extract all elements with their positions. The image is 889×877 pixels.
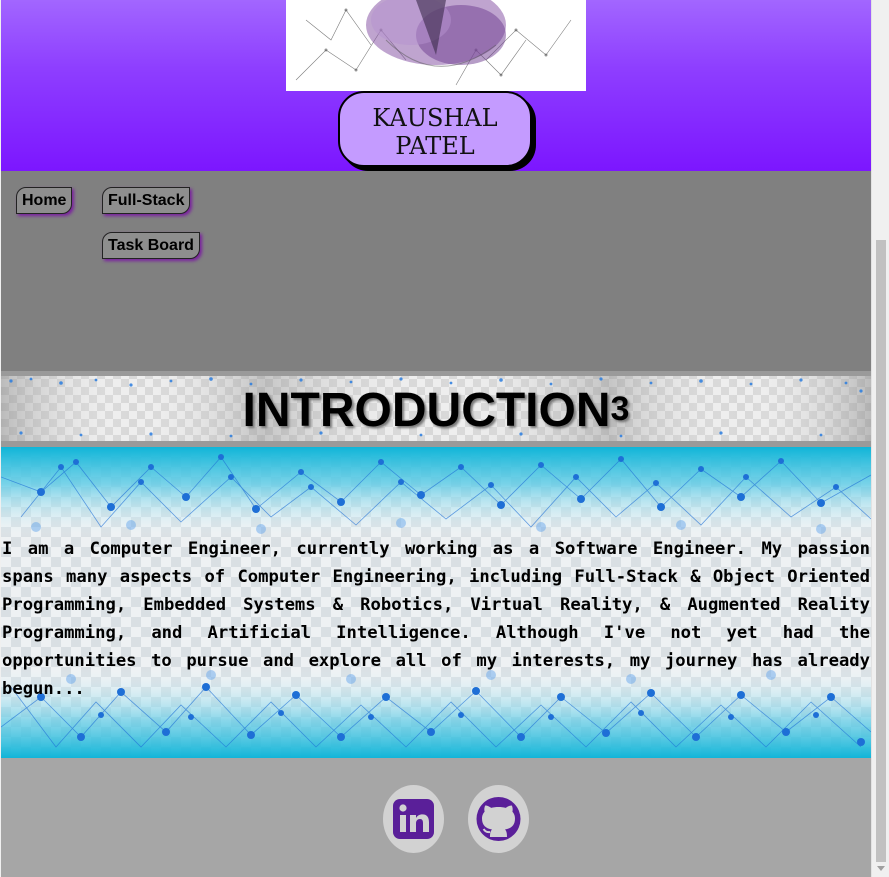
github-icon [476, 797, 521, 841]
nav-bar: Home Full-Stack Task Board [1, 171, 871, 371]
intro-heading-text: INTRODUCTION [242, 384, 611, 437]
linkedin-link[interactable] [383, 785, 444, 853]
page: KAUSHAL PATEL Home Full-Stack Task Board [1, 0, 871, 877]
github-link[interactable] [468, 785, 529, 853]
nav-full-stack-button[interactable]: Full-Stack [102, 187, 191, 214]
scrollbar-thumb[interactable] [876, 240, 886, 862]
intro-paragraph: I am a Computer Engineer, currently work… [2, 539, 870, 699]
site-header: KAUSHAL PATEL [1, 0, 871, 171]
footer [1, 758, 871, 877]
header-banner-image [286, 0, 586, 91]
vertical-scrollbar[interactable] [871, 0, 889, 877]
linkedin-icon [393, 799, 434, 839]
scroll-down-arrow-icon[interactable] [877, 866, 885, 871]
intro-title-band: INTRODUCTION3 [1, 371, 871, 447]
name-first: KAUSHAL [372, 104, 498, 132]
nav-home-button[interactable]: Home [16, 187, 73, 214]
name-last: PATEL [395, 132, 475, 160]
intro-heading-superscript: 3 [610, 390, 630, 428]
name-badge: KAUSHAL PATEL [338, 91, 532, 167]
nav-task-board-button[interactable]: Task Board [102, 232, 200, 259]
intro-heading: INTRODUCTION3 [1, 381, 871, 445]
intro-content-panel: I am a Computer Engineer, currently work… [1, 447, 871, 758]
